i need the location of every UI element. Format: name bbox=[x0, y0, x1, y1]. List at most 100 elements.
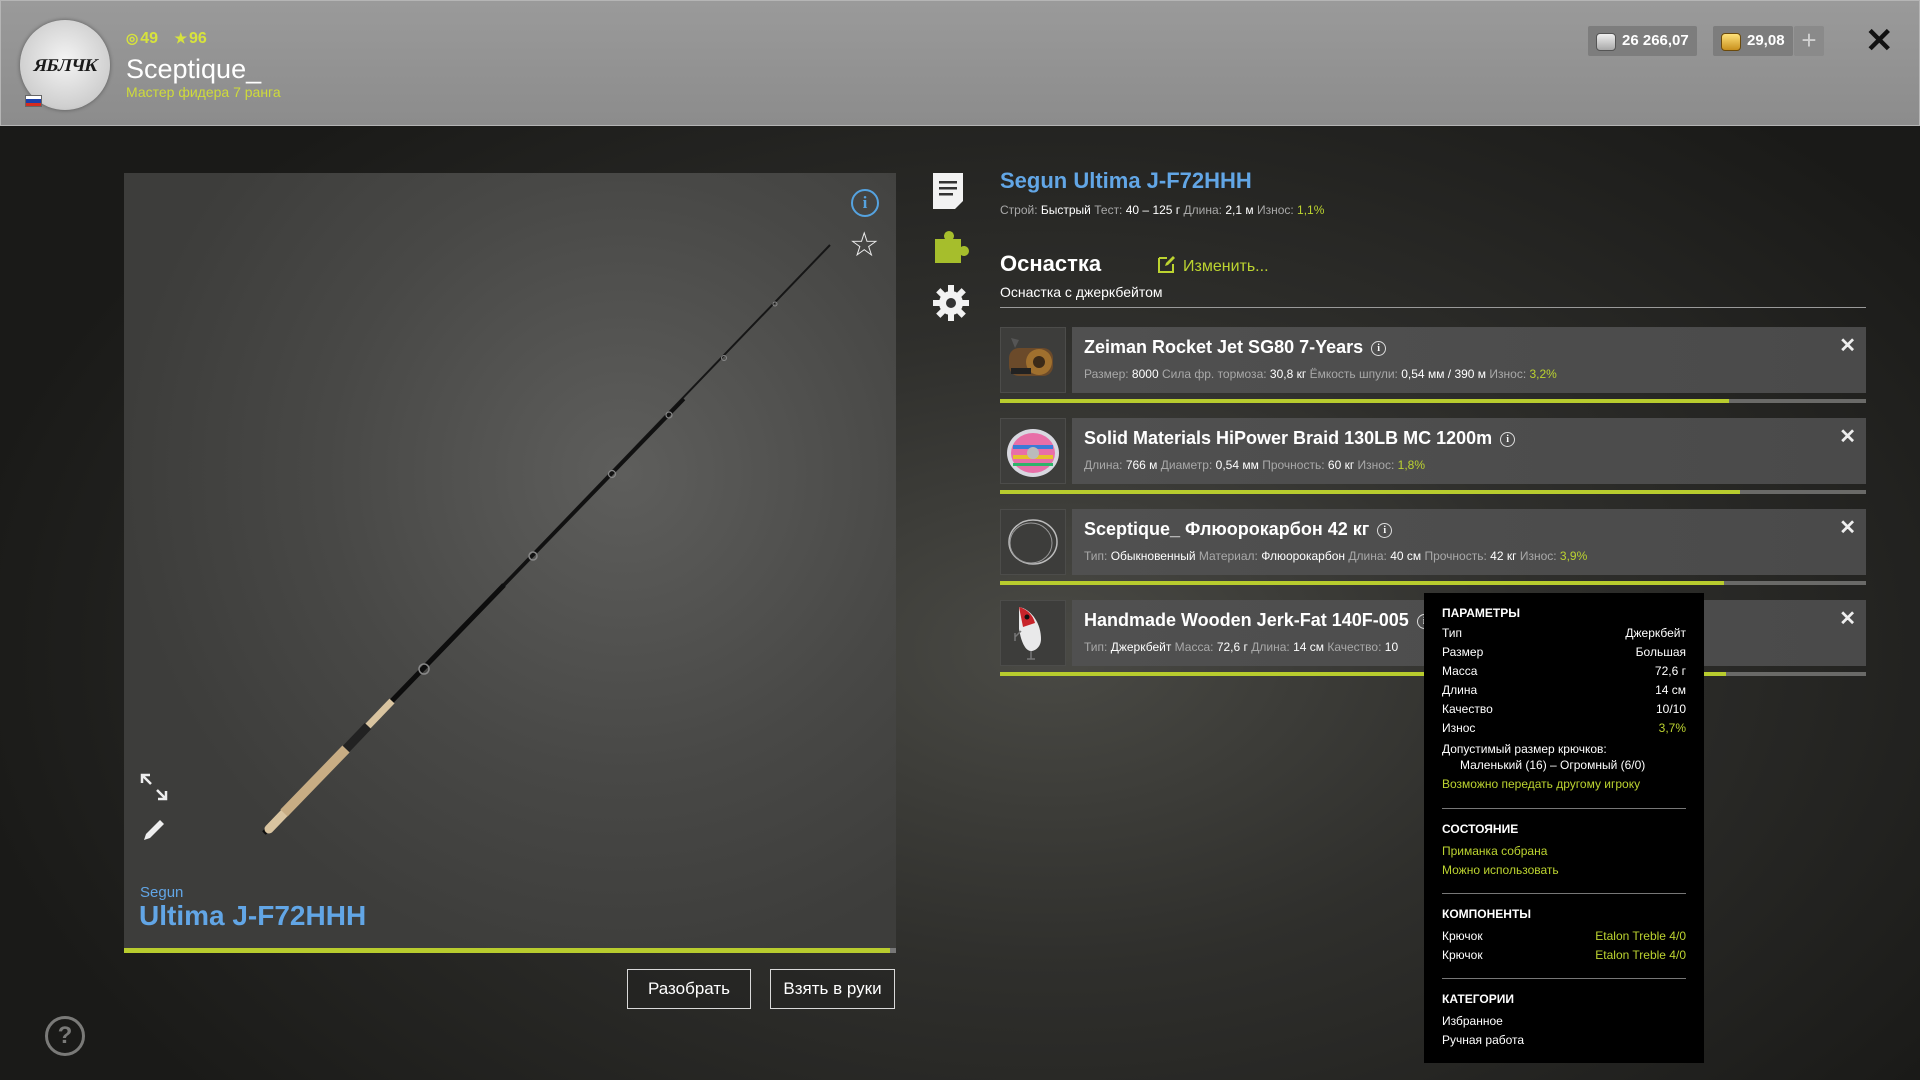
favorite-star-icon[interactable]: ☆ bbox=[849, 228, 879, 262]
condition-bar-rest bbox=[1729, 399, 1866, 403]
stat-value: 10 bbox=[1384, 640, 1399, 654]
stat-value: 1,8% bbox=[1397, 458, 1426, 472]
puzzle-icon[interactable] bbox=[931, 227, 971, 272]
pen-icon[interactable] bbox=[140, 816, 168, 849]
tooltip-divider bbox=[1442, 893, 1686, 894]
tooltip-component-row: Крючок Etalon Treble 4/0 bbox=[1442, 929, 1686, 943]
rig-subtitle: Оснастка с джеркбейтом bbox=[1000, 284, 1163, 300]
equipment-stats: Тип: Джеркбейт Масса: 72,6 г Длина: 14 с… bbox=[1084, 640, 1398, 654]
stat-key: Ёмкость шпули: bbox=[1309, 367, 1398, 381]
stat-key: Масса: bbox=[1174, 640, 1214, 654]
top-bar: ЯБЛЧК ◎ 49 ★ 96 Sceptique_ Мастер фидера 7… bbox=[0, 0, 1920, 126]
player-stars: 96 bbox=[189, 30, 207, 47]
stat-key: Длина: bbox=[1183, 203, 1222, 217]
equipment-info[interactable]: Sceptique_ Флюорокарбон 42 кг i Тип: Обыкн… bbox=[1072, 509, 1866, 575]
equipment-row[interactable]: Sceptique_ Флюорокарбон 42 кг i Тип: Обыкн… bbox=[1000, 509, 1866, 585]
tooltip-hook-size-value: Маленький (16) – Огромный (6/0) bbox=[1460, 758, 1646, 772]
stat-value: 8000 bbox=[1131, 367, 1159, 381]
stat-key: Диаметр: bbox=[1160, 458, 1213, 472]
stat-key: Износ: bbox=[1256, 203, 1294, 217]
silver-coins-icon bbox=[1596, 33, 1616, 51]
player-level: 49 bbox=[140, 30, 159, 47]
leader-thumbnail[interactable] bbox=[1000, 509, 1066, 575]
param-value: 72,6 г bbox=[1654, 664, 1686, 678]
info-icon[interactable]: i bbox=[851, 189, 879, 217]
tooltip-param-row: Размер Большая bbox=[1442, 645, 1686, 659]
tooltip-category: Избранное bbox=[1442, 1014, 1503, 1028]
stat-value: 1,1% bbox=[1297, 203, 1325, 217]
equipment-name-text: Solid Materials HiPower Braid 130LB MC 1… bbox=[1084, 428, 1493, 448]
stat-value: 30,8 кг bbox=[1269, 367, 1307, 381]
stat-value: Обыкновенный bbox=[1110, 549, 1196, 563]
stat-key: Тип: bbox=[1084, 640, 1108, 654]
stat-value: 40 – 125 г bbox=[1125, 203, 1181, 217]
stat-value: 3,2% bbox=[1529, 367, 1557, 381]
silver-amount: 26 266,07 bbox=[1622, 32, 1689, 49]
stat-value: 72,6 г bbox=[1216, 640, 1248, 654]
equipment-name: Zeiman Rocket Jet SG80 7-Years i bbox=[1084, 337, 1387, 358]
gold-coins-icon bbox=[1721, 33, 1741, 51]
equipment-name-text: Zeiman Rocket Jet SG80 7-Years bbox=[1084, 337, 1364, 357]
player-stats: ◎ 49 ★ 96 bbox=[126, 30, 207, 48]
stat-value: 0,54 мм / 390 м bbox=[1401, 367, 1487, 381]
info-icon[interactable]: i bbox=[1371, 341, 1387, 356]
disassemble-button[interactable]: Разобрать bbox=[627, 969, 751, 1009]
info-icon[interactable]: i bbox=[1377, 523, 1393, 538]
component-name: Etalon Treble 4/0 bbox=[1595, 948, 1686, 962]
add-currency-button[interactable]: + bbox=[1794, 26, 1824, 56]
equipment-row[interactable]: Solid Materials HiPower Braid 130LB MC 1… bbox=[1000, 418, 1866, 494]
stat-value: Флюорокарбон bbox=[1261, 549, 1346, 563]
reel-thumbnail[interactable] bbox=[1000, 327, 1066, 393]
tooltip-param-row: Износ 3,7% bbox=[1442, 721, 1686, 735]
condition-bar-rest bbox=[1740, 490, 1866, 494]
equipment-info[interactable]: Zeiman Rocket Jet SG80 7-Years i Размер: 8… bbox=[1072, 327, 1866, 393]
rod-title[interactable]: Segun Ultima J-F72HHH bbox=[1000, 168, 1252, 194]
info-icon[interactable]: i bbox=[1500, 432, 1516, 447]
component-type: Крючок bbox=[1442, 929, 1483, 943]
stat-value: 14 см bbox=[1293, 640, 1324, 654]
avatar-logo: ЯБЛЧК bbox=[31, 55, 101, 75]
document-icon[interactable] bbox=[931, 171, 965, 216]
close-button[interactable]: ✕ bbox=[1865, 23, 1894, 59]
stat-value: 40 см bbox=[1390, 549, 1422, 563]
tooltip-divider bbox=[1442, 808, 1686, 809]
remove-item-icon[interactable]: ✕ bbox=[1839, 606, 1856, 631]
lure-thumbnail[interactable] bbox=[1000, 600, 1066, 666]
help-icon[interactable]: ? bbox=[45, 1016, 85, 1056]
stat-key: Износ: bbox=[1357, 458, 1395, 472]
stat-key: Материал: bbox=[1198, 549, 1258, 563]
change-rig-button[interactable]: Изменить... bbox=[1157, 254, 1269, 276]
param-key: Масса bbox=[1442, 664, 1478, 678]
param-key: Длина bbox=[1442, 683, 1478, 697]
equipment-row[interactable]: Zeiman Rocket Jet SG80 7-Years i Размер: 8… bbox=[1000, 327, 1866, 403]
stat-key: Износ: bbox=[1489, 367, 1527, 381]
star-rating-icon: ★ bbox=[174, 30, 188, 46]
player-name: Sceptique_ bbox=[126, 54, 262, 84]
rod-model: Ultima J-F72HHH bbox=[139, 900, 367, 931]
equipment-name: Solid Materials HiPower Braid 130LB MC 1… bbox=[1084, 428, 1516, 449]
level-ring-icon: ◎ bbox=[126, 30, 139, 46]
tooltip-component-row: Крючок Etalon Treble 4/0 bbox=[1442, 948, 1686, 962]
stat-value: 3,9% bbox=[1559, 549, 1588, 563]
take-in-hands-button[interactable]: Взять в руки bbox=[770, 969, 895, 1009]
stat-value: 42 кг bbox=[1490, 549, 1517, 563]
tooltip-state-title: СОСТОЯНИЕ bbox=[1442, 822, 1519, 836]
remove-item-icon[interactable]: ✕ bbox=[1839, 333, 1856, 358]
remove-item-icon[interactable]: ✕ bbox=[1839, 424, 1856, 449]
equipment-info[interactable]: Solid Materials HiPower Braid 130LB MC 1… bbox=[1072, 418, 1866, 484]
stat-value: 766 м bbox=[1125, 458, 1158, 472]
gear-icon[interactable] bbox=[931, 283, 971, 328]
rod-stats: Строй: Быстрый Тест: 40 – 125 г Длина: 2… bbox=[1000, 203, 1324, 217]
stat-key: Прочность: bbox=[1262, 458, 1325, 472]
tooltip-state-item: Приманка собрана bbox=[1442, 844, 1548, 858]
expand-icon[interactable] bbox=[140, 773, 168, 806]
stat-key: Длина: bbox=[1084, 458, 1123, 472]
gold-amount: 29,08 bbox=[1747, 32, 1785, 49]
line-spool-thumbnail[interactable] bbox=[1000, 418, 1066, 484]
tooltip-hook-size-label: Допустимый размер крючков: bbox=[1442, 742, 1607, 756]
remove-item-icon[interactable]: ✕ bbox=[1839, 515, 1856, 540]
tooltip-param-row: Тип Джеркбейт bbox=[1442, 626, 1686, 640]
change-rig-label: Изменить... bbox=[1183, 258, 1269, 275]
section-divider bbox=[1000, 307, 1866, 308]
tooltip-param-row: Масса 72,6 г bbox=[1442, 664, 1686, 678]
